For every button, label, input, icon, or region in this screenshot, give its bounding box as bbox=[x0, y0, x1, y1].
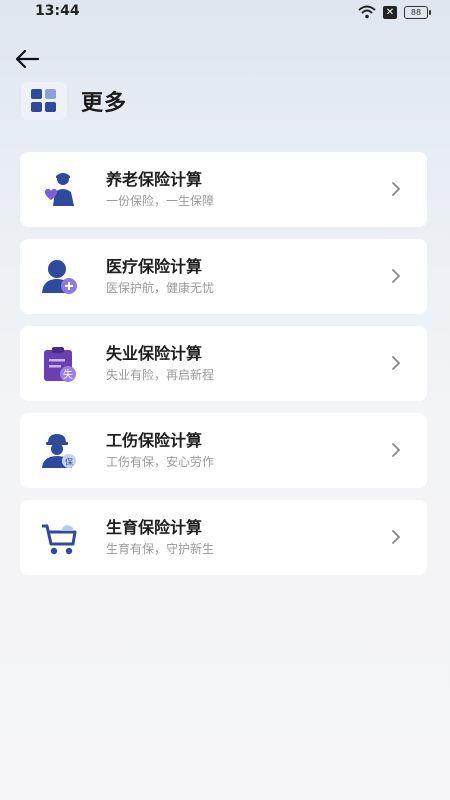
status-time: 13:44 bbox=[35, 3, 80, 19]
baby-stroller-icon bbox=[38, 517, 80, 559]
no-sim-icon: ✕ bbox=[383, 5, 397, 19]
page-title: 更多 bbox=[81, 91, 128, 116]
card-subtitle: 生育有保，守护新生 bbox=[106, 542, 215, 556]
card-title: 养老保险计算 bbox=[106, 170, 203, 189]
card-subtitle: 一份保险，一生保障 bbox=[106, 194, 215, 208]
card-title: 工伤保险计算 bbox=[106, 431, 203, 450]
card-subtitle: 失业有险，再启新程 bbox=[106, 368, 215, 382]
insurance-calculator-list: 养老保险计算 一份保险，一生保障 医疗保险计算 医保护航，健康无忧 失 失业保险… bbox=[20, 152, 427, 587]
medical-insurance-card[interactable]: 医疗保险计算 医保护航，健康无忧 bbox=[20, 239, 427, 314]
chevron-right-icon bbox=[392, 269, 401, 283]
elderly-care-icon bbox=[38, 169, 80, 211]
back-arrow-icon bbox=[15, 49, 40, 69]
pension-insurance-card[interactable]: 养老保险计算 一份保险，一生保障 bbox=[20, 152, 427, 227]
card-subtitle: 医保护航，健康无忧 bbox=[106, 281, 215, 295]
battery-icon: 88 bbox=[404, 5, 431, 19]
card-title: 生育保险计算 bbox=[106, 518, 203, 537]
chevron-right-icon bbox=[392, 443, 401, 457]
unemployment-insurance-card[interactable]: 失 失业保险计算 失业有险，再启新程 bbox=[20, 326, 427, 401]
back-button[interactable] bbox=[14, 47, 42, 71]
status-icons: ✕ 88 bbox=[358, 5, 431, 19]
medical-person-icon bbox=[38, 256, 80, 298]
card-title: 失业保险计算 bbox=[106, 344, 203, 363]
grid-apps-icon bbox=[21, 82, 67, 120]
card-subtitle: 工伤有保，安心劳作 bbox=[106, 455, 215, 469]
chevron-right-icon bbox=[392, 530, 401, 544]
maternity-insurance-card[interactable]: 生育保险计算 生育有保，守护新生 bbox=[20, 500, 427, 575]
unemployment-clipboard-icon: 失 bbox=[38, 343, 80, 385]
page-header: 更多 bbox=[21, 82, 127, 120]
wifi-icon bbox=[358, 5, 376, 19]
svg-text:失: 失 bbox=[63, 368, 73, 381]
card-title: 医疗保险计算 bbox=[106, 257, 203, 276]
svg-text:保: 保 bbox=[65, 456, 73, 466]
chevron-right-icon bbox=[392, 182, 401, 196]
chevron-right-icon bbox=[392, 356, 401, 370]
work-injury-insurance-card[interactable]: 保 工伤保险计算 工伤有保，安心劳作 bbox=[20, 413, 427, 488]
work-injury-helmet-icon: 保 bbox=[38, 430, 80, 472]
status-bar: 13:44 ✕ 88 bbox=[0, 0, 450, 26]
